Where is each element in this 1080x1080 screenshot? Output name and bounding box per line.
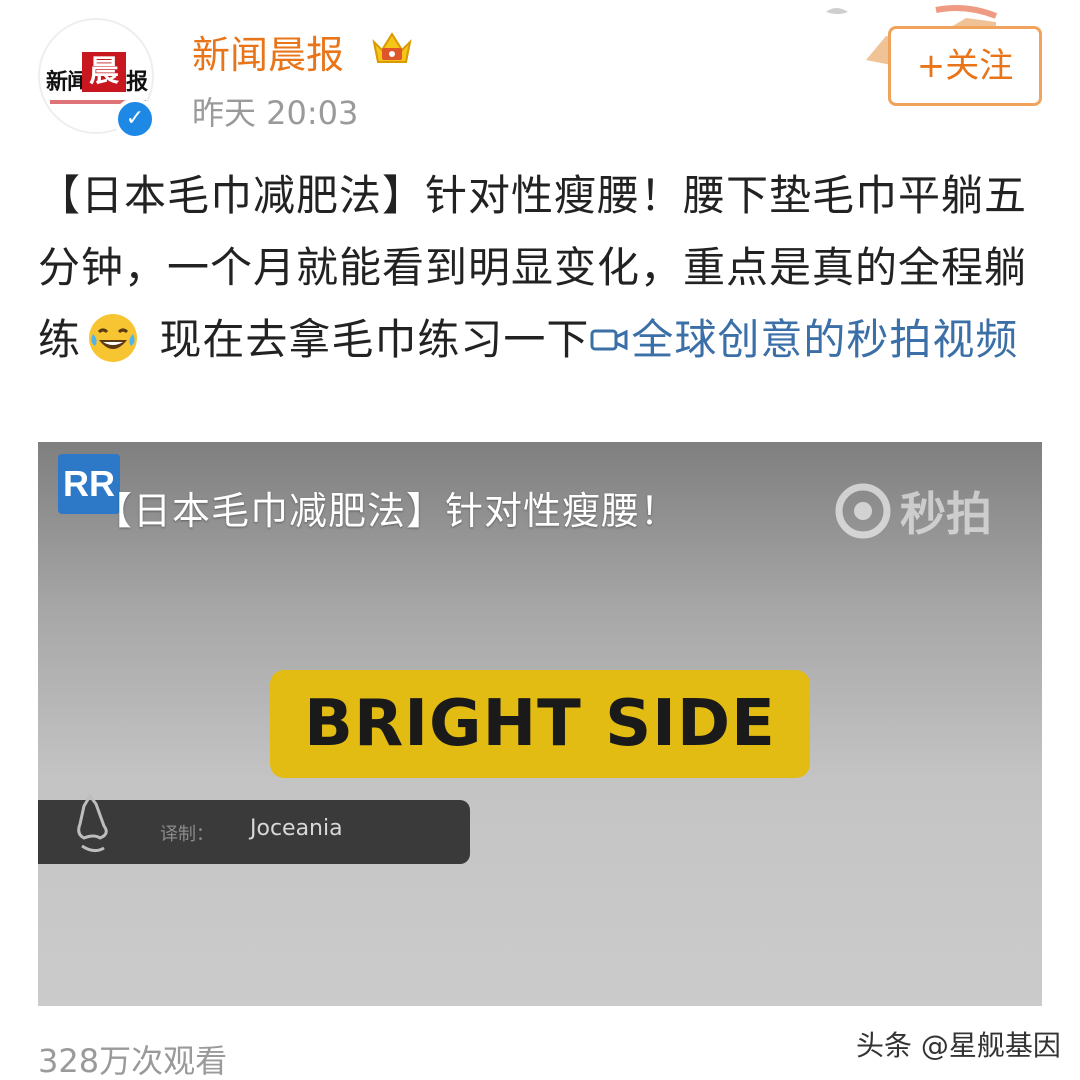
translator-name: Joceania	[250, 816, 343, 841]
user-name[interactable]: 新闻晨报	[192, 24, 344, 79]
video-link[interactable]: 全球创意的秒拍视频	[589, 315, 1018, 364]
follow-button[interactable]: +关注	[888, 26, 1042, 106]
laughing-tears-emoji-icon	[89, 314, 138, 362]
video-link-label: 全球创意的秒拍视频	[631, 315, 1019, 364]
miaopai-logo-icon	[835, 483, 891, 539]
translator-label: 译制：	[160, 824, 214, 845]
post-text-after-emoji: 现在去拿毛巾练习一下	[145, 315, 590, 364]
avatar-logo: 新闻 晨 报	[46, 52, 150, 96]
video-camera-icon	[590, 329, 628, 351]
miaopai-watermark: 秒拍	[834, 476, 992, 546]
nose-icon	[77, 794, 108, 853]
video-player[interactable]: RR 【日本毛巾减肥法】针对性瘦腰！ 秒拍 BRIGHT SIDE 译制： Jo…	[38, 442, 1042, 1006]
view-count: 328万次观看	[38, 1042, 228, 1080]
bright-side-badge: BRIGHT SIDE	[270, 670, 810, 778]
miaopai-watermark-text: 秒拍	[900, 487, 992, 541]
post-time: 昨天 20:03	[192, 94, 359, 132]
video-caption: 【日本毛巾减肥法】针对性瘦腰！	[94, 489, 680, 533]
post-text: 【日本毛巾减肥法】针对性瘦腰！腰下垫毛巾平躺五分钟，一个月就能看到明显变化，重点…	[38, 160, 1048, 376]
translator-bar: 译制： Joceania	[38, 794, 470, 864]
avatar-logo-text-right: 报	[126, 69, 149, 95]
source-watermark: 头条 @星舰基因	[856, 1029, 1061, 1062]
verified-check-icon: ✓	[114, 98, 156, 140]
avatar-logo-text-mid: 晨	[82, 52, 126, 92]
crown-icon	[372, 32, 412, 63]
